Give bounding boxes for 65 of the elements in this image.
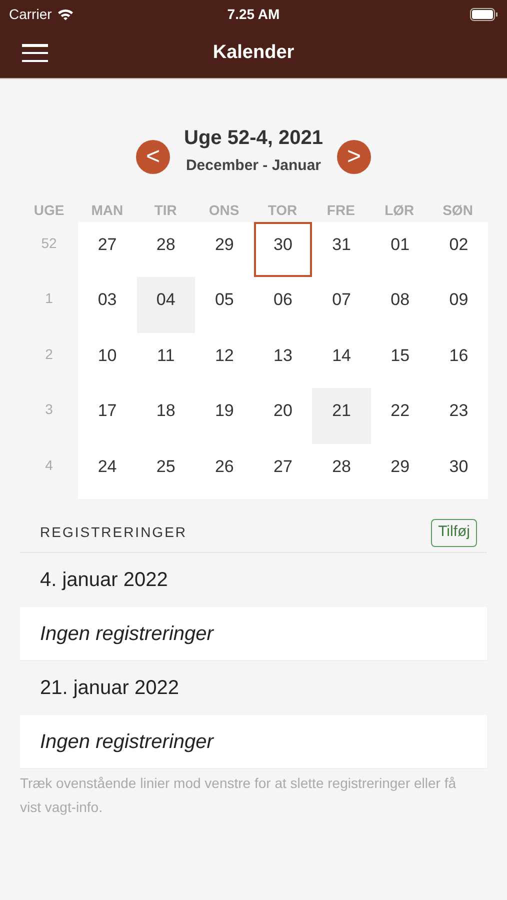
next-button[interactable]: > [336, 140, 371, 174]
day-cell[interactable]: 23 [429, 388, 488, 444]
battery-icon [470, 8, 498, 20]
week-number: 52 [41, 234, 57, 252]
day-cell[interactable]: 21 [312, 388, 371, 444]
entry-row[interactable]: Ingen registreringer [20, 607, 487, 661]
column-header: ONS [208, 201, 240, 220]
entry-row[interactable]: Ingen registreringer [20, 715, 487, 769]
day-cell[interactable]: 30 [254, 222, 312, 277]
day-cell[interactable]: 07 [312, 277, 371, 332]
day-cell[interactable]: 05 [195, 277, 254, 332]
day-cell[interactable]: 26 [195, 444, 254, 499]
column-header: MAN [90, 201, 124, 220]
day-cell[interactable]: 10 [78, 332, 137, 388]
date-heading: 4. januar 2022 [40, 568, 168, 593]
week-number: 3 [45, 400, 53, 419]
carrier-label: Carrier [9, 4, 52, 24]
day-cell[interactable]: 11 [136, 332, 196, 388]
day-cell[interactable]: 27 [254, 444, 312, 499]
week-number: 4 [45, 456, 53, 474]
column-header: UGE [32, 201, 66, 220]
add-button[interactable]: Tilføj [431, 518, 477, 546]
week-number: 1 [45, 289, 53, 308]
section-title: REGISTRERINGER [40, 523, 188, 542]
page-title: Kalender [212, 40, 294, 65]
day-cell[interactable]: 08 [370, 277, 430, 332]
clock-label: 7.25 AM [227, 4, 280, 24]
period-title: Uge 52-4, 2021 [184, 126, 323, 151]
column-header: TOR [266, 201, 298, 220]
date-heading: 21. januar 2022 [40, 676, 180, 701]
day-cell[interactable]: 01 [370, 222, 430, 277]
wifi-icon [56, 8, 74, 20]
menu-icon[interactable] [22, 44, 48, 62]
column-header: TIR [153, 201, 178, 220]
week-number: 2 [45, 344, 53, 364]
day-cell[interactable]: 29 [195, 222, 254, 277]
day-cell[interactable]: 03 [78, 277, 137, 332]
day-cell[interactable]: 28 [312, 444, 371, 499]
column-header: SØN [442, 201, 474, 220]
day-cell[interactable]: 22 [370, 388, 430, 444]
day-cell[interactable]: 06 [254, 277, 312, 332]
day-cell[interactable]: 13 [254, 332, 312, 388]
day-cell[interactable]: 12 [195, 332, 254, 388]
day-cell[interactable]: 17 [78, 388, 137, 444]
column-header: FRE [326, 201, 356, 220]
day-cell[interactable]: 02 [429, 222, 488, 277]
hint-text: Træk ovenstående linier mod venstre for at slette registreringer eller få vist vagt-info. [20, 774, 458, 817]
day-cell[interactable]: 29 [370, 444, 430, 499]
day-cell[interactable]: 24 [78, 444, 137, 499]
day-cell[interactable]: 20 [254, 388, 312, 444]
day-cell[interactable]: 16 [429, 332, 488, 388]
day-cell[interactable]: 25 [136, 444, 196, 499]
day-cell[interactable]: 04 [136, 277, 196, 332]
previous-button[interactable]: < [136, 140, 170, 174]
day-cell[interactable]: 30 [429, 444, 488, 499]
period-months: December - Januar [186, 156, 322, 176]
day-cell[interactable]: 27 [78, 222, 137, 277]
column-header: LØR [384, 201, 416, 220]
day-cell[interactable]: 28 [136, 222, 196, 277]
day-cell[interactable]: 09 [429, 277, 488, 332]
day-cell[interactable]: 15 [370, 332, 430, 388]
day-cell[interactable]: 19 [195, 388, 254, 444]
day-cell[interactable]: 18 [136, 388, 196, 444]
day-cell[interactable]: 14 [312, 332, 371, 388]
day-cell[interactable]: 31 [312, 222, 371, 277]
